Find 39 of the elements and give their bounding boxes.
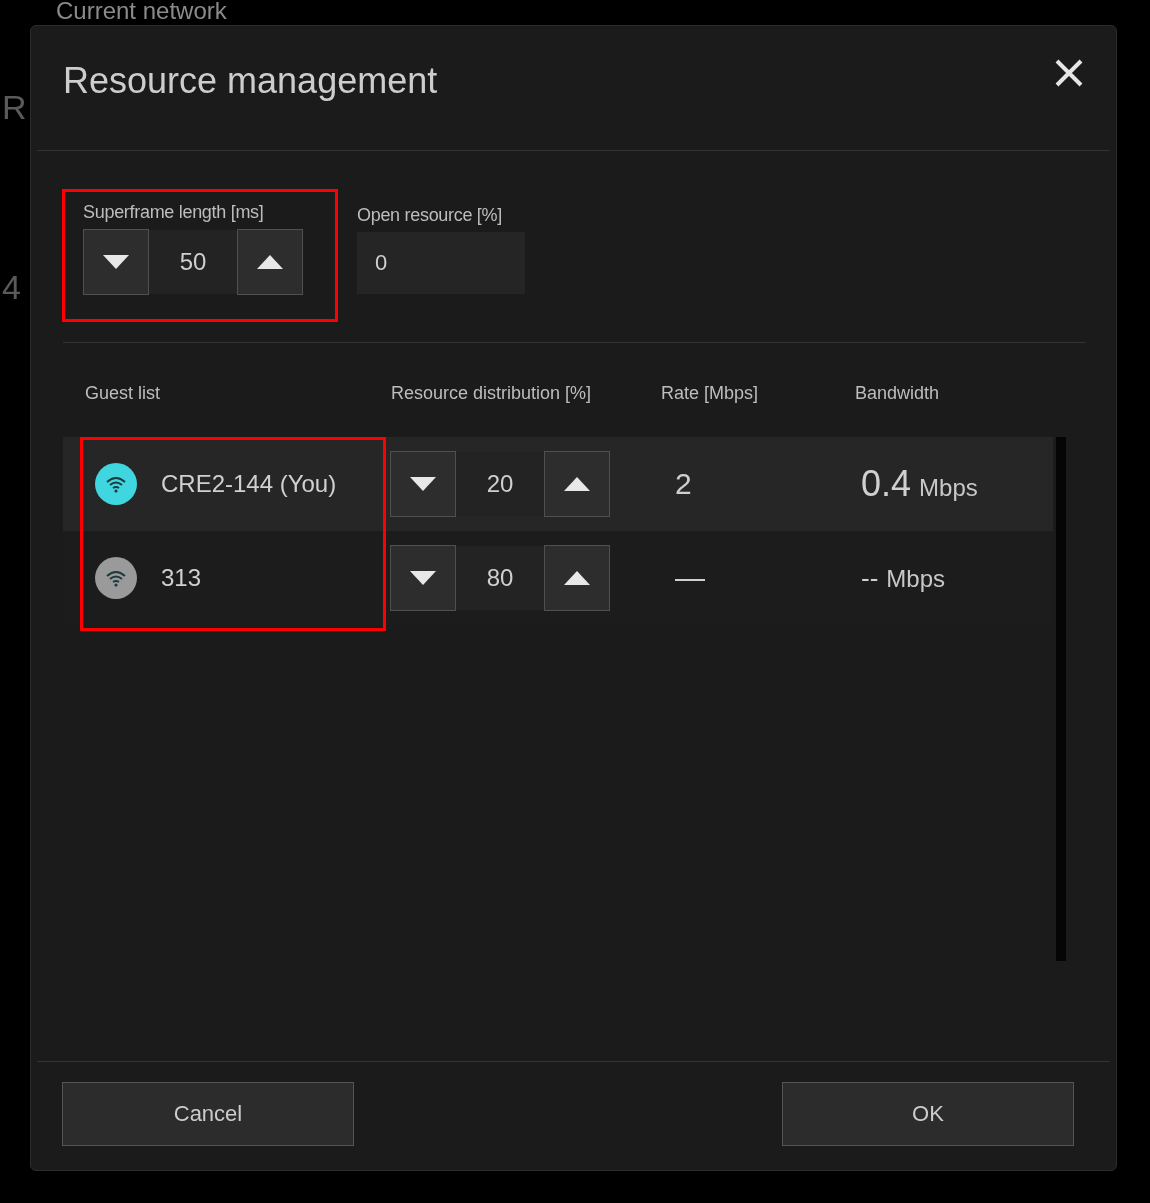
up-arrow-icon [564,571,590,585]
bandwidth-value: -- [861,562,879,594]
field-label: Open resource [%] [357,205,503,226]
up-arrow-icon [564,477,590,491]
decrease-button[interactable] [390,451,456,517]
increase-button[interactable] [237,229,303,295]
guest-name: 313 [161,564,202,592]
dialog-button[interactable]: OK [782,1082,1074,1146]
dialog-title: Resource management [63,60,438,102]
column-header: Resource distribution [%] [391,383,593,405]
column-header: Rate [Mbps] [661,383,760,405]
up-arrow-icon [257,255,283,269]
bandwidth-value: 0.4 [861,463,912,505]
stepper-value: 50 [179,248,207,276]
column-header: Bandwidth [855,383,941,405]
input-field[interactable]: 0 [357,232,525,294]
page-title: Current network [56,0,227,25]
decrease-button[interactable] [390,545,456,611]
field-label: Superframe length [ms] [83,202,265,223]
close-icon [1054,58,1084,88]
page-text: 4 [2,268,21,307]
down-arrow-icon [410,477,436,491]
down-arrow-icon [103,255,129,269]
bandwidth-unit: Mbps [919,474,978,502]
column-header: Guest list [85,383,162,405]
guest-row[interactable]: CRE2-144 (You) 20 2 0.4 Mbps [63,437,1053,531]
dialog-button[interactable]: Cancel [62,1082,354,1146]
rate-value: 2 [674,467,693,501]
down-arrow-icon [410,571,436,585]
decrease-button[interactable] [83,229,149,295]
increase-button[interactable] [544,451,610,517]
stepper-value: 20 [486,470,514,498]
close-button[interactable] [1054,58,1084,88]
increase-button[interactable] [544,545,610,611]
stepper-value: 80 [486,564,514,592]
rate-value: — [674,561,706,595]
page-text: R [2,88,27,127]
bandwidth-unit: Mbps [886,564,945,593]
guest-name: CRE2-144 (You) [161,470,337,498]
